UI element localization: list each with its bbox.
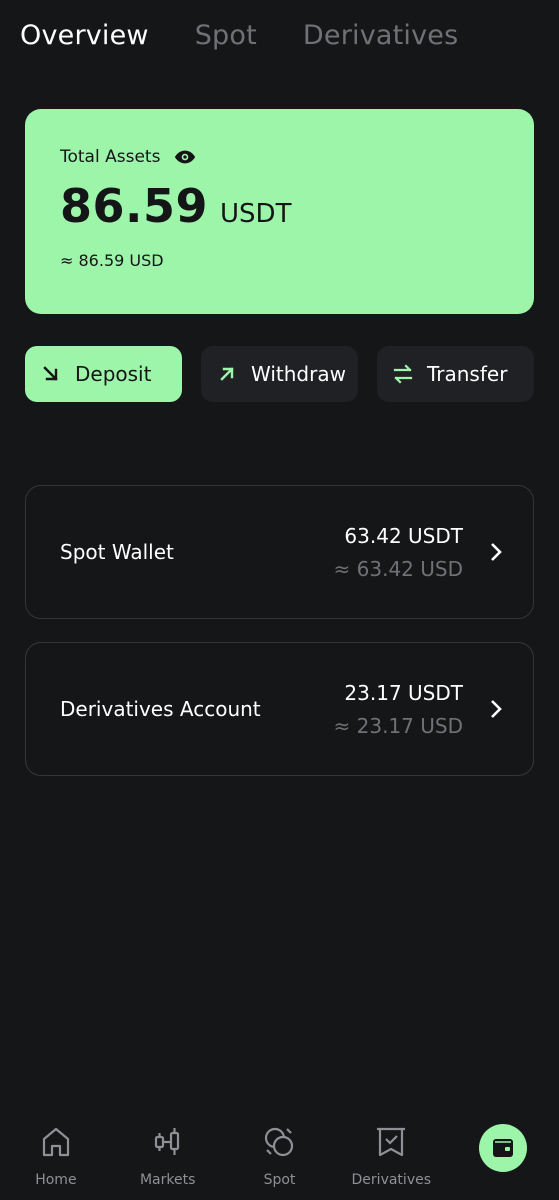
deposit-button[interactable]: Deposit [25, 346, 182, 402]
arrow-up-right-icon [220, 367, 234, 381]
nav-wallet[interactable] [448, 1110, 558, 1172]
deposit-label: Deposit [75, 362, 152, 386]
total-assets-unit: USDT [220, 199, 292, 229]
action-buttons: Deposit Withdraw Transfer [25, 346, 534, 402]
bottom-nav: Home Markets Spot Derivatives [0, 1110, 559, 1200]
account-usdt-balance: 63.42 USDT [344, 523, 463, 548]
candlestick-icon [154, 1128, 179, 1155]
total-assets-label: Total Assets [60, 147, 161, 167]
total-assets-value: 86.59 [60, 179, 209, 233]
nav-home-label: Home [35, 1172, 77, 1188]
swap-icon [393, 364, 413, 384]
asset-tabs: Overview Spot Derivatives [20, 20, 458, 51]
withdraw-label: Withdraw [251, 362, 346, 386]
transfer-button[interactable]: Transfer [377, 346, 534, 402]
chevron-right-icon [491, 700, 502, 718]
nav-markets[interactable]: Markets [113, 1110, 223, 1188]
derivatives-account-card[interactable]: Derivatives Account 23.17 USDT ≈ 23.17 U… [25, 642, 534, 776]
total-assets-card: Total Assets 86.59 USDT ≈ 86.59 USD [25, 109, 534, 314]
nav-spot[interactable]: Spot [224, 1110, 334, 1188]
derivatives-icon [377, 1127, 406, 1157]
spot-wallet-card[interactable]: Spot Wallet 63.42 USDT ≈ 63.42 USD [25, 485, 534, 619]
wallet-icon [493, 1139, 514, 1157]
home-icon [42, 1127, 69, 1157]
withdraw-button[interactable]: Withdraw [201, 346, 358, 402]
transfer-label: Transfer [427, 362, 508, 386]
arrow-down-right-icon [43, 366, 58, 381]
nav-derivatives[interactable]: Derivatives [336, 1110, 446, 1188]
nav-spot-label: Spot [263, 1172, 296, 1188]
nav-markets-label: Markets [139, 1172, 196, 1188]
nav-home[interactable]: Home [1, 1110, 111, 1188]
account-usdt-balance: 23.17 USDT [344, 680, 463, 705]
tab-derivatives[interactable]: Derivatives [303, 20, 458, 51]
account-usd-approx: ≈ 23.17 USD [333, 713, 463, 738]
account-name: Spot Wallet [60, 540, 174, 564]
nav-derivatives-label: Derivatives [351, 1172, 432, 1188]
tab-spot[interactable]: Spot [195, 20, 257, 51]
tab-overview[interactable]: Overview [20, 20, 149, 51]
total-assets-usd-approx: ≈ 86.59 USD [60, 251, 164, 270]
nav-wallet-active-bg [479, 1124, 528, 1172]
account-name: Derivatives Account [60, 697, 261, 721]
eye-icon[interactable] [174, 149, 196, 165]
chevron-right-icon [491, 543, 502, 561]
account-usd-approx: ≈ 63.42 USD [333, 556, 463, 581]
spot-exchange-icon [265, 1127, 294, 1157]
